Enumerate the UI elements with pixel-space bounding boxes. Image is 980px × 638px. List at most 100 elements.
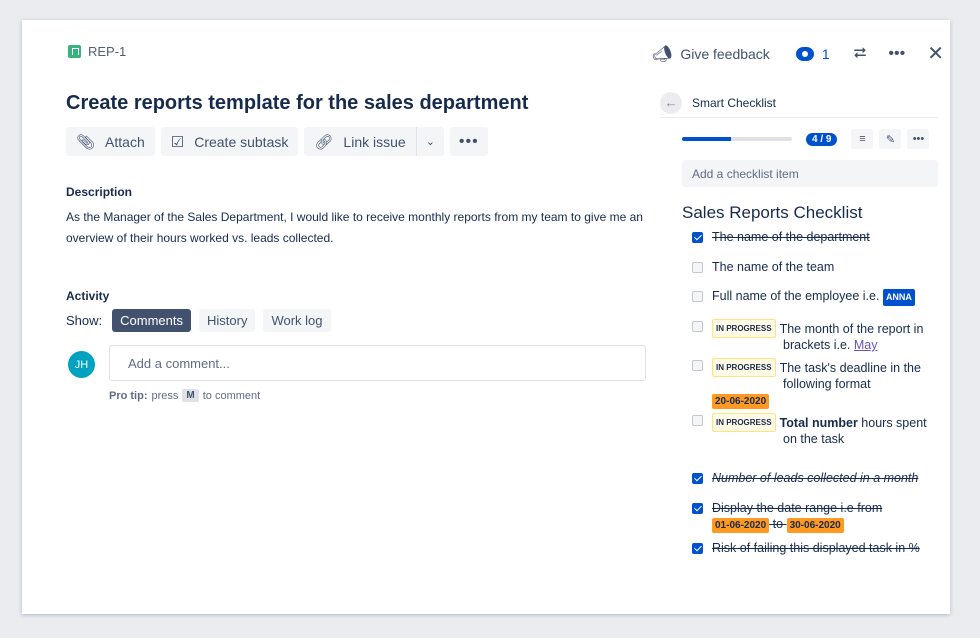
item-text: IN PROGRESS Total number hours spent on t… bbox=[712, 413, 942, 447]
item-text-part: on the task bbox=[783, 432, 845, 446]
item-text-part: Display the date range i.e from bbox=[712, 501, 883, 515]
add-checklist-item-input[interactable]: Add a checklist item bbox=[682, 160, 938, 187]
item-text-part: to bbox=[772, 517, 784, 531]
item-text-bold: Total number bbox=[779, 416, 858, 430]
progress-bar bbox=[682, 137, 792, 141]
megaphone-icon: 📣︎ bbox=[652, 45, 673, 63]
checkbox[interactable] bbox=[692, 291, 703, 302]
checklist-header: ← Smart Checklist bbox=[660, 88, 938, 118]
date-tag: 30-06-2020 bbox=[786, 518, 844, 533]
checklist-item[interactable]: Number of leads collected in a month bbox=[692, 471, 942, 486]
item-text: The name of the department bbox=[712, 230, 870, 244]
checklist-item[interactable]: IN PROGRESS The month of the report in br… bbox=[692, 319, 942, 353]
item-text: Full name of the employee i.e. ANNA bbox=[712, 289, 942, 306]
more-icon[interactable]: ••• bbox=[907, 129, 930, 149]
more-icon[interactable]: ••• bbox=[888, 45, 905, 63]
checklist-item[interactable]: Risk of failing this displayed task in % bbox=[692, 541, 942, 556]
paperclip-icon: 📎︎ bbox=[76, 133, 96, 151]
item-text: Risk of failing this displayed task in % bbox=[712, 541, 920, 555]
item-text-part: Full name of the employee i.e. bbox=[712, 289, 880, 303]
protip-label: Pro tip: bbox=[109, 389, 148, 402]
chevron-down-icon[interactable]: ⌄ bbox=[417, 135, 444, 148]
tab-work-log[interactable]: Work log bbox=[263, 309, 331, 332]
item-text: IN PROGRESS The task's deadline in the fo… bbox=[712, 358, 942, 409]
subtask-icon: ☑ bbox=[170, 133, 185, 151]
checklist-item[interactable]: IN PROGRESS Total number hours spent on t… bbox=[692, 413, 942, 447]
watchers-count: 1 bbox=[821, 45, 830, 62]
progress-count: 4 / 9 bbox=[806, 132, 838, 146]
filter-icon[interactable]: ≡ bbox=[851, 129, 874, 149]
link-issue-main[interactable]: 🔗︎ Link issue bbox=[304, 127, 417, 156]
issue-key[interactable]: REP-1 bbox=[68, 44, 126, 59]
item-text-part: The month of the report in bbox=[779, 322, 924, 336]
item-text: The name of the team bbox=[712, 260, 835, 274]
progress-fill bbox=[682, 137, 731, 141]
checklist-item[interactable]: IN PROGRESS The task's deadline in the fo… bbox=[692, 358, 942, 409]
smart-checklist-panel: 📣︎ Give feedback 1 ⮂ ••• ✕ ← Smart Check… bbox=[642, 20, 950, 614]
checkbox[interactable] bbox=[692, 473, 703, 484]
activity-filter: Show: Comments History Work log bbox=[66, 309, 331, 332]
show-label: Show: bbox=[66, 313, 103, 328]
pro-tip: Pro tip: press M to comment bbox=[109, 389, 260, 402]
item-text-part: following format bbox=[783, 377, 871, 391]
protip-post: to comment bbox=[202, 389, 261, 402]
checkbox[interactable] bbox=[692, 360, 703, 371]
comment-input[interactable]: Add a comment... bbox=[109, 345, 646, 381]
mention-tag: ANNA bbox=[882, 289, 915, 306]
share-icon[interactable]: ⮂ bbox=[854, 45, 867, 63]
tab-history[interactable]: History bbox=[199, 309, 256, 332]
description-label: Description bbox=[66, 185, 133, 199]
checklist-item[interactable]: The name of the team bbox=[692, 260, 942, 275]
shortcut-key: M bbox=[182, 389, 199, 402]
link-icon: 🔗︎ bbox=[314, 133, 334, 151]
status-badge: IN PROGRESS bbox=[712, 319, 776, 338]
item-text: Number of leads collected in a month bbox=[712, 471, 919, 485]
create-subtask-button[interactable]: ☑ Create subtask bbox=[160, 127, 299, 156]
item-link[interactable]: May bbox=[854, 338, 878, 352]
protip-pre: press bbox=[151, 389, 179, 402]
more-actions-button[interactable]: ••• bbox=[449, 127, 488, 156]
checklist-item[interactable]: The name of the department bbox=[692, 230, 942, 245]
give-feedback-button[interactable]: Give feedback bbox=[680, 46, 770, 62]
checklist-panel-title: Smart Checklist bbox=[692, 95, 777, 110]
create-subtask-label: Create subtask bbox=[194, 133, 289, 150]
status-badge: IN PROGRESS bbox=[712, 413, 776, 432]
story-icon bbox=[68, 45, 81, 58]
tab-comments[interactable]: Comments bbox=[112, 309, 191, 332]
item-text: IN PROGRESS The month of the report in br… bbox=[712, 319, 942, 353]
checkbox[interactable] bbox=[692, 321, 703, 332]
checkbox[interactable] bbox=[692, 543, 703, 554]
avatar[interactable]: JH bbox=[68, 351, 95, 378]
date-tag: 01-06-2020 bbox=[712, 518, 770, 533]
checklist-item[interactable]: Full name of the employee i.e. ANNA bbox=[692, 289, 942, 306]
header-actions: 📣︎ Give feedback 1 ⮂ ••• ✕ bbox=[652, 41, 952, 66]
checklist-title: Sales Reports Checklist bbox=[682, 203, 863, 222]
description-text[interactable]: As the Manager of the Sales Department, … bbox=[66, 207, 646, 249]
issue-title[interactable]: Create reports template for the sales de… bbox=[66, 92, 528, 115]
attach-label: Attach bbox=[105, 133, 145, 150]
watch-button[interactable]: 1 bbox=[795, 45, 830, 62]
eye-icon bbox=[795, 46, 814, 61]
checkbox[interactable] bbox=[692, 415, 703, 426]
pencil-icon[interactable]: ✎ bbox=[879, 129, 902, 149]
more-icon: ••• bbox=[458, 132, 479, 150]
item-text-part: brackets i.e. bbox=[783, 338, 851, 352]
close-icon[interactable]: ✕ bbox=[927, 41, 944, 66]
item-text-part: hours spent bbox=[857, 416, 927, 430]
status-badge: IN PROGRESS bbox=[712, 358, 776, 377]
issue-main-panel: REP-1 Create reports template for the sa… bbox=[44, 20, 646, 614]
link-issue-button[interactable]: 🔗︎ Link issue ⌄ bbox=[304, 127, 444, 156]
checkbox[interactable] bbox=[692, 503, 703, 514]
checklist-item[interactable]: Display the date range i.e from 01-06-20… bbox=[692, 501, 942, 533]
arrow-left-icon[interactable]: ← bbox=[660, 91, 682, 114]
issue-key-label[interactable]: REP-1 bbox=[88, 44, 126, 59]
checklist-progress: 4 / 9 ≡ ✎ ••• bbox=[682, 129, 942, 149]
attach-button[interactable]: 📎︎ Attach bbox=[66, 127, 155, 156]
checkbox[interactable] bbox=[692, 232, 703, 243]
checkbox[interactable] bbox=[692, 262, 703, 273]
link-issue-label: Link issue bbox=[343, 133, 406, 150]
issue-dialog: REP-1 Create reports template for the sa… bbox=[22, 20, 950, 614]
item-text: Display the date range i.e from 01-06-20… bbox=[712, 501, 942, 533]
issue-toolbar: 📎︎ Attach ☑ Create subtask 🔗︎ Link issue… bbox=[66, 127, 488, 156]
activity-label: Activity bbox=[66, 289, 110, 303]
